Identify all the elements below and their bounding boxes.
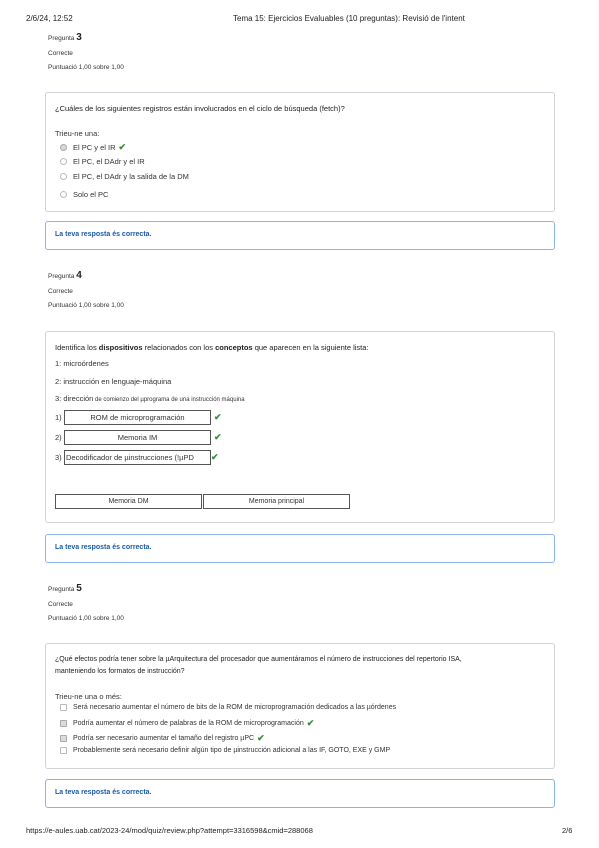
q4-grade: Puntuació 1,00 sobre 1,00 [48, 302, 124, 309]
q4-dropzone-2[interactable]: Memoria IM [64, 430, 211, 445]
q4-choice-memoria-principal[interactable]: Memoria principal [203, 494, 350, 509]
q4-answer-row-1: 1) ROM de microprogramación ✔ [55, 410, 222, 425]
q5-question-box: ¿Qué efectos podría tener sobre la µArqu… [45, 643, 555, 769]
check-icon: ✔ [257, 733, 265, 743]
q3-option-1-label: El PC y el IR [73, 143, 116, 152]
q4-item-1: 1: microórdenes [55, 359, 109, 368]
q3-info: Pregunta 3 Correcte Puntuació 1,00 sobre… [48, 32, 124, 71]
q3-number: Pregunta 3 [48, 32, 82, 43]
q4-item-2: 2: instrucción en lenguaje-máquina [55, 377, 172, 386]
q5-option-4[interactable]: Probablemente será necesario definir alg… [60, 747, 390, 754]
q5-option-1-label: Será necesario aumentar el número de bit… [73, 704, 397, 711]
radio[interactable] [60, 158, 67, 165]
q5-state: Correcte [48, 601, 73, 608]
q4-choice-memoria-dm[interactable]: Memoria DM [55, 494, 202, 509]
check-icon: ✔ [118, 142, 127, 152]
q5-option-4-label: Probablemente será necesario definir alg… [73, 747, 391, 754]
check-icon: ✔ [214, 432, 222, 442]
q3-feedback-text: La teva resposta és correcta. [55, 231, 152, 238]
q5-number: Pregunta 5 [48, 583, 82, 594]
q4-info: Pregunta 4 Correcte Puntuació 1,00 sobre… [48, 270, 124, 309]
check-icon: ✔ [211, 452, 219, 462]
q5-text-line-1: ¿Qué efectos podría tener sobre la µArqu… [55, 656, 462, 663]
q3-option-2[interactable]: El PC, el DAdr y el IR [60, 157, 145, 166]
q5-feedback-text: La teva resposta és correcta. [55, 789, 152, 796]
q3-option-4[interactable]: Solo el PC [60, 190, 108, 199]
q4-item-3: 3: dirección de comienzo del µprograma d… [55, 394, 245, 403]
q3-prompt: Trieu-ne una: [55, 129, 100, 138]
q4-feedback-text: La teva resposta és correcta. [55, 544, 152, 551]
q3-state: Correcte [48, 50, 73, 57]
q4-answer-1-num: 1) [55, 413, 62, 422]
checkbox[interactable] [60, 747, 67, 754]
q4-answer-row-3: 3) Decodificador de µinstrucciones (!µPD… [55, 450, 219, 465]
q5-option-2-label: Podría aumentar el número de palabras de… [73, 720, 304, 727]
q3-text: ¿Cuáles de los siguientes registros está… [55, 104, 345, 113]
print-datetime: 2/6/24, 12:52 [26, 14, 73, 23]
q3-option-3[interactable]: El PC, el DAdr y la salida de la DM [60, 172, 189, 181]
q5-prompt: Trieu-ne una o més: [55, 692, 122, 701]
q4-answer-row-2: 2) Memoria IM ✔ [55, 430, 222, 445]
q3-option-1[interactable]: El PC y el IR ✔ [60, 142, 126, 153]
checkbox[interactable] [60, 704, 67, 711]
q3-question-box: ¿Cuáles de los siguientes registros está… [45, 92, 555, 212]
q4-answer-2-num: 2) [55, 433, 62, 442]
radio[interactable] [60, 191, 67, 198]
q4-answer-3-num: 3) [55, 453, 62, 462]
print-url: https://e-aules.uab.cat/2023-24/mod/quiz… [26, 826, 313, 835]
print-page-number: 2/6 [562, 826, 573, 835]
q5-feedback: La teva resposta és correcta. [45, 779, 555, 808]
q3-option-3-label: El PC, el DAdr y la salida de la DM [73, 172, 189, 181]
q5-option-3-label: Podría ser necesario aumentar el tamaño … [73, 735, 255, 742]
q5-grade: Puntuació 1,00 sobre 1,00 [48, 615, 124, 622]
checkbox-checked[interactable] [60, 720, 67, 727]
q4-state: Correcte [48, 288, 73, 295]
q3-option-4-label: Solo el PC [73, 190, 109, 199]
radio[interactable] [60, 173, 67, 180]
q4-text: Identifica los dispositivos relacionados… [55, 343, 369, 352]
q4-number: Pregunta 4 [48, 270, 82, 281]
q4-dropzone-3[interactable]: Decodificador de µinstrucciones (!µPD [64, 450, 211, 465]
q5-info: Pregunta 5 Correcte Puntuació 1,00 sobre… [48, 583, 124, 622]
radio-selected[interactable] [60, 144, 67, 151]
q4-feedback: La teva resposta és correcta. [45, 534, 555, 563]
q5-option-1[interactable]: Será necesario aumentar el número de bit… [60, 704, 396, 711]
print-title: Tema 15: Ejercicios Evaluables (10 pregu… [233, 14, 465, 23]
q5-option-2[interactable]: Podría aumentar el número de palabras de… [60, 718, 314, 729]
q5-option-3[interactable]: Podría ser necesario aumentar el tamaño … [60, 733, 265, 744]
q4-dropzone-1[interactable]: ROM de microprogramación [64, 410, 211, 425]
q3-grade: Puntuació 1,00 sobre 1,00 [48, 64, 124, 71]
q3-feedback: La teva resposta és correcta. [45, 221, 555, 250]
q5-text-line-2: manteniendo los formatos de instrucción? [55, 668, 185, 675]
q4-question-box: Identifica los dispositivos relacionados… [45, 331, 555, 523]
check-icon: ✔ [306, 718, 315, 728]
q3-option-2-label: El PC, el DAdr y el IR [73, 157, 145, 166]
check-icon: ✔ [214, 412, 222, 422]
checkbox-checked[interactable] [60, 735, 67, 742]
